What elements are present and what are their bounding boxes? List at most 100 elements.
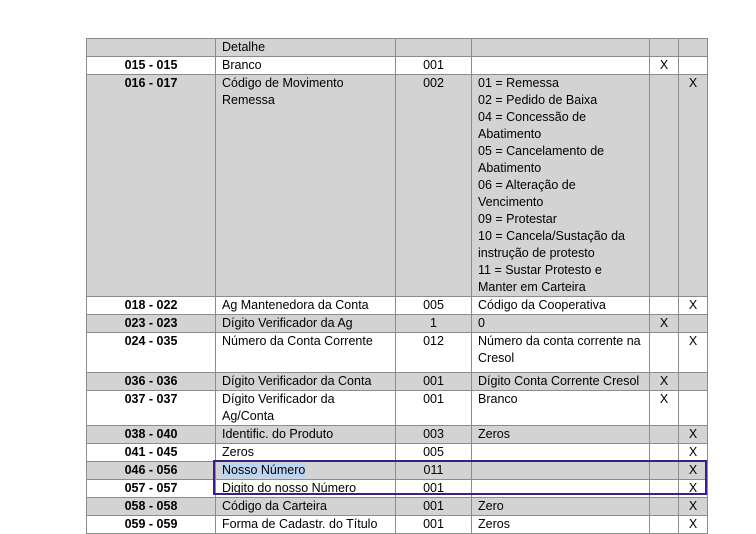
field-name-cell: Zeros <box>215 443 396 462</box>
table-row: 057 - 057 Digito do nosso Número 001 X <box>86 479 708 498</box>
table-row: 016 - 017 Código de Movimento Remessa 002 0… <box>86 74 708 297</box>
position-cell: 046 - 056 <box>86 461 216 480</box>
size-cell <box>395 38 472 57</box>
content-cell <box>471 38 650 57</box>
table-row: 041 - 045 Zeros 005 X <box>86 443 708 462</box>
field-name-cell: Dígito Verificador da Ag/Conta <box>215 390 396 426</box>
table-row: 037 - 037 Dígito Verificador da Ag/Conta 0… <box>86 390 708 426</box>
table-row: 059 - 059 Forma de Cadastr. do Título 001 Z… <box>86 515 708 534</box>
size-cell: 1 <box>395 314 472 333</box>
size-cell: 001 <box>395 515 472 534</box>
table-row: Detalhe <box>86 38 708 57</box>
table-row: 024 - 035 Número da Conta Corrente 012 Núme… <box>86 332 708 373</box>
size-cell: 001 <box>395 372 472 391</box>
size-cell: 002 <box>395 74 472 297</box>
content-cell: Número da conta corrente na Cresol <box>471 332 650 373</box>
size-cell: 001 <box>395 479 472 498</box>
position-cell: 024 - 035 <box>86 332 216 373</box>
table-row: 023 - 023 Dígito Verificador da Ag 1 0 X <box>86 314 708 333</box>
size-cell: 001 <box>395 497 472 516</box>
table-row: 036 - 036 Dígito Verificador da Conta 001 D… <box>86 372 708 391</box>
optional-flag-cell <box>678 38 708 57</box>
position-cell: 015 - 015 <box>86 56 216 75</box>
mandatory-flag-cell <box>649 479 679 498</box>
field-name-cell: Nosso Número <box>215 461 396 480</box>
position-cell: 038 - 040 <box>86 425 216 444</box>
optional-flag-cell: X <box>678 74 708 297</box>
content-cell: Dígito Conta Corrente Cresol <box>471 372 650 391</box>
size-cell: 011 <box>395 461 472 480</box>
table-body: Detalhe 015 - 015 Branco 001 X 016 - 017 Códig… <box>86 38 708 534</box>
optional-flag-cell: X <box>678 497 708 516</box>
field-name-cell: Código de Movimento Remessa <box>215 74 396 297</box>
mandatory-flag-cell <box>649 38 679 57</box>
size-cell: 001 <box>395 56 472 75</box>
optional-flag-cell: X <box>678 443 708 462</box>
optional-flag-cell <box>678 390 708 426</box>
selected-text[interactable]: Nosso Número <box>222 463 306 477</box>
position-cell: 036 - 036 <box>86 372 216 391</box>
field-layout-table: Detalhe 015 - 015 Branco 001 X 016 - 017 Códig… <box>86 38 708 534</box>
size-cell: 005 <box>395 296 472 315</box>
content-cell: 01 = Remessa 02 = Pedido de Baixa 04 = C… <box>471 74 650 297</box>
content-cell: Branco <box>471 390 650 426</box>
optional-flag-cell: X <box>678 515 708 534</box>
table-row: 046 - 056 Nosso Número 011 X <box>86 461 708 480</box>
table-row: 038 - 040 Identific. do Produto 003 Zeros X <box>86 425 708 444</box>
size-cell: 003 <box>395 425 472 444</box>
mandatory-flag-cell <box>649 425 679 444</box>
position-cell: 059 - 059 <box>86 515 216 534</box>
content-cell <box>471 56 650 75</box>
optional-flag-cell <box>678 314 708 333</box>
position-cell: 057 - 057 <box>86 479 216 498</box>
field-name-cell: Digito do nosso Número <box>215 479 396 498</box>
field-name-cell: Dígito Verificador da Ag <box>215 314 396 333</box>
content-cell: Zeros <box>471 425 650 444</box>
position-cell: 037 - 037 <box>86 390 216 426</box>
mandatory-flag-cell <box>649 332 679 373</box>
position-cell: 018 - 022 <box>86 296 216 315</box>
mandatory-flag-cell <box>649 497 679 516</box>
optional-flag-cell <box>678 56 708 75</box>
field-name-cell: Forma de Cadastr. do Título <box>215 515 396 534</box>
field-name-cell: Código da Carteira <box>215 497 396 516</box>
field-name-cell: Branco <box>215 56 396 75</box>
field-name-cell: Dígito Verificador da Conta <box>215 372 396 391</box>
mandatory-flag-cell <box>649 443 679 462</box>
position-cell: 058 - 058 <box>86 497 216 516</box>
mandatory-flag-cell: X <box>649 56 679 75</box>
optional-flag-cell <box>678 372 708 391</box>
content-cell <box>471 479 650 498</box>
field-name-cell: Número da Conta Corrente <box>215 332 396 373</box>
content-cell: Código da Cooperativa <box>471 296 650 315</box>
content-cell <box>471 443 650 462</box>
position-cell: 041 - 045 <box>86 443 216 462</box>
size-cell: 012 <box>395 332 472 373</box>
mandatory-flag-cell <box>649 515 679 534</box>
position-cell: 023 - 023 <box>86 314 216 333</box>
size-cell: 001 <box>395 390 472 426</box>
mandatory-flag-cell: X <box>649 314 679 333</box>
position-cell: 016 - 017 <box>86 74 216 297</box>
field-name-cell: Identific. do Produto <box>215 425 396 444</box>
content-cell: Zero <box>471 497 650 516</box>
mandatory-flag-cell: X <box>649 372 679 391</box>
field-name-cell: Ag Mantenedora da Conta <box>215 296 396 315</box>
optional-flag-cell: X <box>678 296 708 315</box>
optional-flag-cell: X <box>678 461 708 480</box>
optional-flag-cell: X <box>678 332 708 373</box>
table-row: 015 - 015 Branco 001 X <box>86 56 708 75</box>
table-row: 018 - 022 Ag Mantenedora da Conta 005 Códig… <box>86 296 708 315</box>
optional-flag-cell: X <box>678 479 708 498</box>
optional-flag-cell: X <box>678 425 708 444</box>
size-cell: 005 <box>395 443 472 462</box>
table-row: 058 - 058 Código da Carteira 001 Zero X <box>86 497 708 516</box>
field-name-cell: Detalhe <box>215 38 396 57</box>
position-cell <box>86 38 216 57</box>
content-cell: Zeros <box>471 515 650 534</box>
content-cell: 0 <box>471 314 650 333</box>
mandatory-flag-cell <box>649 461 679 480</box>
mandatory-flag-cell: X <box>649 390 679 426</box>
mandatory-flag-cell <box>649 296 679 315</box>
mandatory-flag-cell <box>649 74 679 297</box>
